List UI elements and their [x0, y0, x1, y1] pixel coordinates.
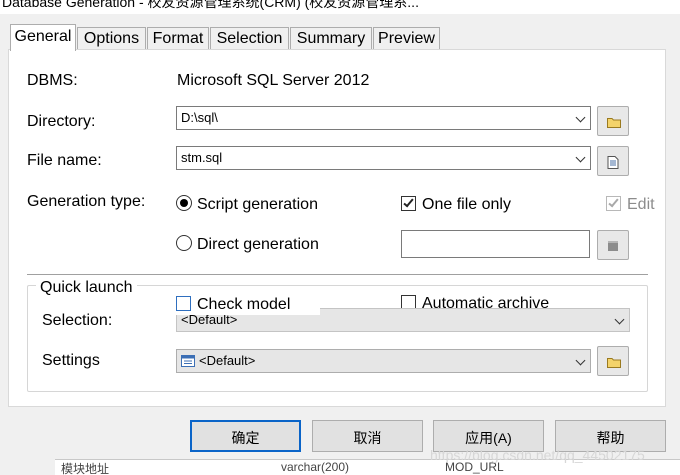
one-file-only-label: One file only	[422, 196, 511, 213]
titlebar-blank	[622, 0, 680, 14]
browse-directory-button[interactable]	[597, 106, 629, 136]
watermark-text: https://blog.csdn.net/qq_44502175	[430, 447, 645, 463]
script-generation-label: Script generation	[197, 196, 318, 213]
edit-file-button[interactable]	[597, 146, 629, 176]
chevron-down-icon	[575, 112, 586, 123]
tab-selection[interactable]: Selection	[210, 27, 289, 50]
chevron-down-icon	[575, 355, 586, 366]
settings-label: Settings	[42, 352, 100, 369]
script-generation-radio[interactable]	[176, 195, 192, 211]
tab-options[interactable]: Options	[77, 27, 146, 50]
separator-line	[27, 274, 648, 275]
automatic-archive-area: Automatic archive	[400, 294, 600, 308]
database-icon	[608, 241, 618, 251]
settings-value: <Default>	[199, 353, 256, 368]
directory-label: Directory:	[27, 113, 96, 130]
tab-format[interactable]: Format	[147, 27, 209, 50]
directory-value: D:\sql\	[181, 110, 218, 125]
window-titlebar: Database Generation - 校友资源管理系统(CRM) (校友资…	[0, 0, 680, 14]
chevron-down-icon	[614, 314, 625, 325]
quick-launch-title: Quick launch	[36, 279, 137, 297]
connect-database-button[interactable]	[597, 230, 629, 260]
selection-label: Selection:	[42, 312, 113, 329]
edit-checkbox[interactable]	[606, 196, 621, 211]
direct-generation-radio[interactable]	[176, 235, 192, 251]
browse-settings-button[interactable]	[597, 346, 629, 376]
automatic-archive-label: Automatic archive	[422, 295, 550, 308]
tab-preview[interactable]: Preview	[373, 27, 440, 50]
generation-type-label: Generation type:	[27, 193, 146, 210]
cancel-button[interactable]: 取消	[312, 420, 423, 452]
folder-icon	[607, 118, 621, 128]
directory-combo[interactable]: D:\sql\	[176, 106, 591, 130]
chevron-down-icon	[575, 152, 586, 163]
tab-summary[interactable]: Summary	[290, 27, 372, 50]
filename-value: stm.sql	[181, 150, 223, 165]
dbms-label: DBMS:	[27, 72, 78, 89]
direct-generation-label: Direct generation	[197, 236, 319, 253]
settings-combo[interactable]: <Default>	[176, 349, 591, 373]
ok-button[interactable]: 确定	[190, 420, 301, 452]
bg-cell-name: 模块地址	[61, 462, 110, 475]
filename-label: File name:	[27, 152, 102, 169]
check-model-checkbox[interactable]	[176, 296, 191, 311]
settings-icon	[181, 355, 195, 367]
window-title: Database Generation - 校友资源管理系统(CRM) (校友资…	[2, 0, 419, 10]
one-file-only-checkbox[interactable]	[401, 196, 416, 211]
filename-combo[interactable]: stm.sql	[176, 146, 591, 170]
check-model-label: Check model	[197, 296, 291, 313]
dbms-value: Microsoft SQL Server 2012	[177, 72, 370, 89]
bg-cell-type: varchar(200)	[281, 460, 350, 474]
tab-general[interactable]: General	[10, 24, 76, 51]
folder-icon	[607, 358, 621, 368]
direct-generation-field[interactable]	[401, 230, 590, 258]
edit-label: Edit	[627, 196, 655, 213]
document-icon	[607, 156, 619, 169]
automatic-archive-checkbox[interactable]	[401, 295, 416, 308]
